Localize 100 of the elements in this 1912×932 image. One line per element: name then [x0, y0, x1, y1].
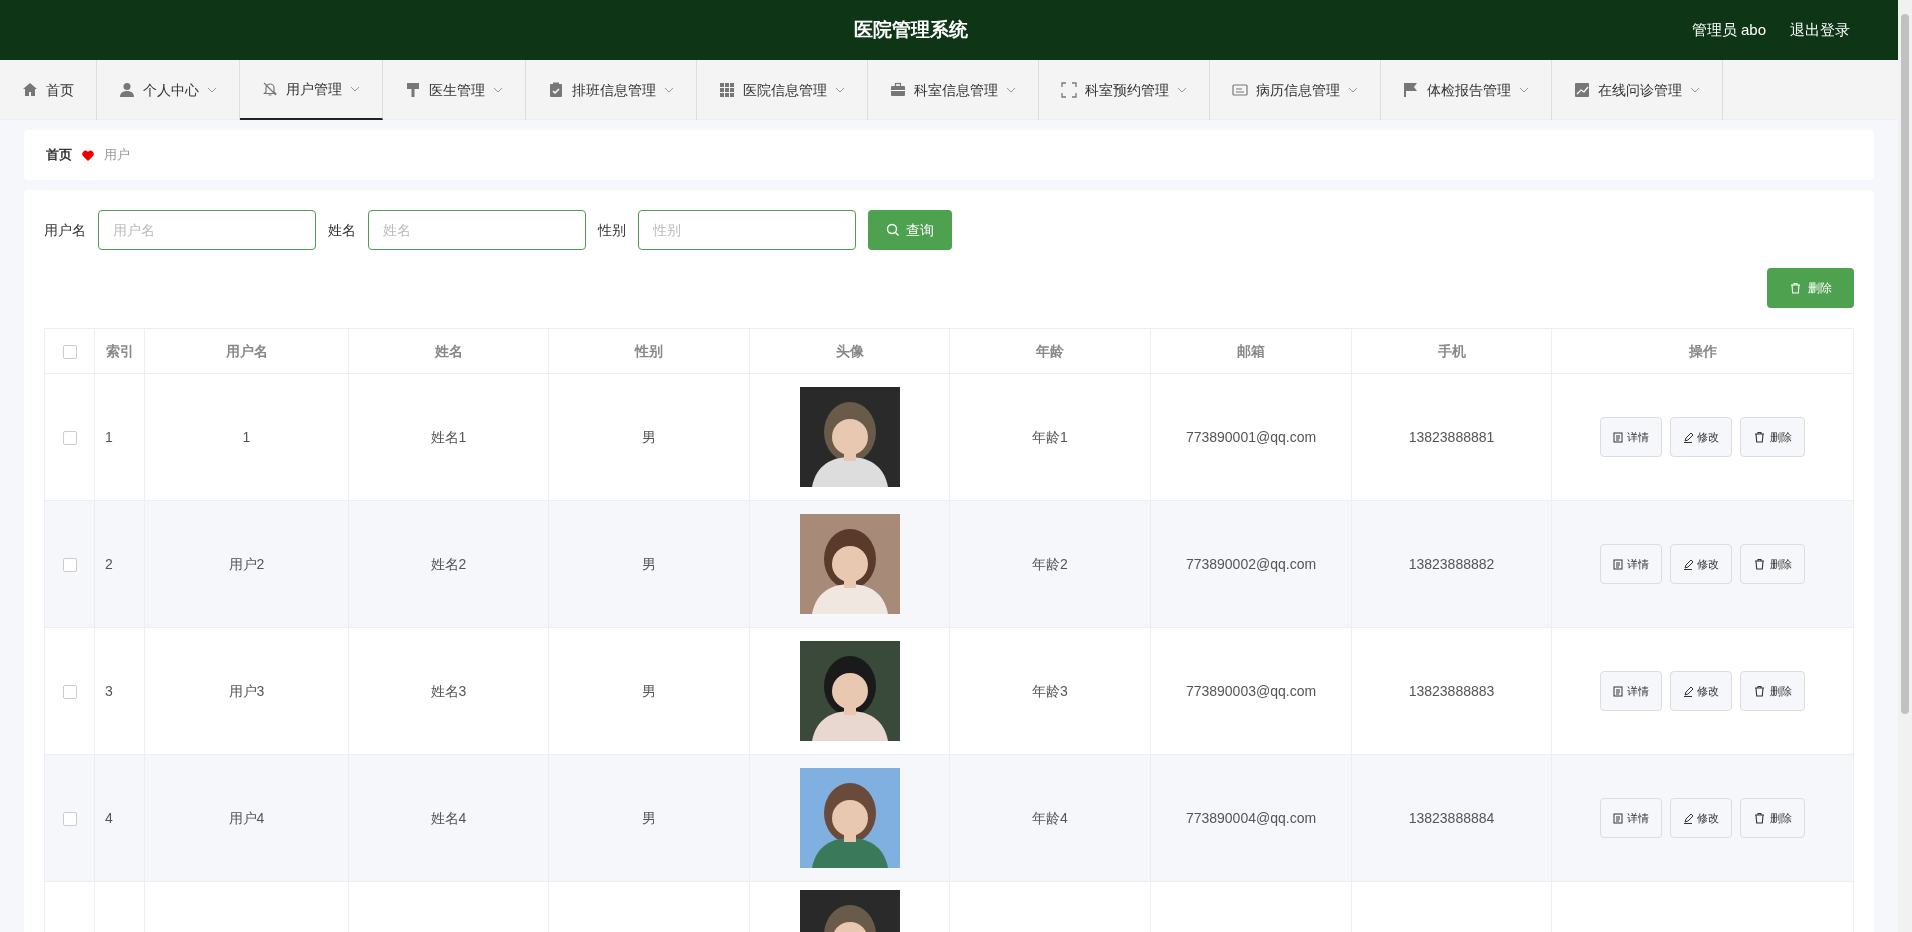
- nav-tab[interactable]: 医生管理: [383, 60, 526, 120]
- table-cell: 13823888883: [1408, 682, 1495, 699]
- nav-tab[interactable]: 用户管理: [240, 60, 383, 120]
- table-cell: 773890001@qq.com: [1185, 428, 1317, 445]
- nav-tab[interactable]: 科室信息管理: [868, 60, 1039, 120]
- table-cell: 姓名1: [430, 428, 467, 445]
- search-field[interactable]: 姓名: [368, 210, 586, 250]
- column-header: 手机: [1351, 328, 1552, 374]
- home-icon: [22, 82, 38, 98]
- column-header: 姓名: [348, 328, 549, 374]
- briefcase-icon: [890, 82, 906, 98]
- trash-icon: [1753, 811, 1766, 824]
- breadcrumb-link[interactable]: 首页: [46, 145, 72, 165]
- action-button[interactable]: 修改: [1670, 544, 1732, 585]
- table-cell: 773890003@qq.com: [1185, 682, 1317, 699]
- table-cell: 773890002@qq.com: [1185, 555, 1317, 572]
- breadcrumb-current: 用户: [104, 146, 130, 165]
- index-cell: 4: [105, 809, 113, 826]
- table-cell: 年龄3: [1032, 682, 1068, 699]
- table-cell: 男: [642, 428, 656, 445]
- grid-icon: [719, 82, 735, 98]
- table-cell: 773890004@qq.com: [1185, 809, 1317, 826]
- table-cell: 姓名2: [430, 555, 467, 572]
- action-button[interactable]: 详情: [1600, 671, 1662, 712]
- nav-tab[interactable]: 排班信息管理: [526, 60, 697, 120]
- column-header: 索引: [94, 328, 145, 374]
- column-header: 头像: [749, 328, 950, 374]
- action-button[interactable]: 修改: [1670, 671, 1732, 712]
- pencil-icon: [1683, 812, 1693, 824]
- scan-frame-icon: [1061, 82, 1077, 98]
- trash-icon: [1753, 430, 1766, 443]
- table-cell: 1: [242, 428, 251, 445]
- table-cell: 13823888884: [1408, 809, 1495, 826]
- column-header: 用户名: [144, 328, 349, 374]
- action-button[interactable]: 删除: [1740, 797, 1805, 838]
- row-checkbox[interactable]: [62, 811, 77, 826]
- field-label: 姓名: [328, 220, 356, 240]
- table-cell: 姓名3: [430, 682, 467, 699]
- scrollbar[interactable]: [1898, 0, 1912, 932]
- nav-tab[interactable]: 科室预约管理: [1039, 60, 1210, 120]
- heart-icon: [82, 149, 94, 161]
- pencil-icon: [1683, 431, 1693, 443]
- nav-tab[interactable]: 个人中心: [97, 60, 240, 120]
- document-icon: [1613, 685, 1623, 697]
- nav-tab[interactable]: 在线问诊管理: [1552, 60, 1723, 120]
- action-button[interactable]: 详情: [1600, 544, 1662, 585]
- clipboard-check-icon: [548, 82, 564, 98]
- nav-tab[interactable]: 体检报告管理: [1381, 60, 1552, 120]
- search-field[interactable]: 用户名: [98, 210, 316, 250]
- document-icon: [1613, 431, 1623, 443]
- table-cell: 年龄1: [1032, 428, 1068, 445]
- action-button[interactable]: 删除: [1740, 543, 1805, 584]
- table-cell: 男: [642, 555, 656, 572]
- app-title: 医院管理系统: [852, 17, 969, 42]
- index-cell: 1: [105, 428, 113, 445]
- nav-tab[interactable]: 首页: [0, 60, 97, 120]
- chart-icon: [1574, 82, 1590, 98]
- table-cell: 男: [642, 682, 656, 699]
- field-label: 用户名: [44, 220, 86, 240]
- id-card-icon: [1232, 82, 1248, 98]
- table-cell: 年龄2: [1032, 555, 1068, 572]
- scrollbar-thumb[interactable]: [1901, 14, 1909, 714]
- bell-slash-icon: [262, 81, 278, 97]
- row-checkbox[interactable]: [62, 684, 77, 699]
- action-button[interactable]: 删除: [1740, 416, 1805, 457]
- search-field[interactable]: 性别: [638, 210, 856, 250]
- action-button[interactable]: 详情: [1600, 798, 1662, 839]
- index-cell: 2: [105, 555, 113, 572]
- table-cell: 13823888881: [1408, 428, 1495, 445]
- action-button[interactable]: 删除: [1740, 670, 1805, 711]
- pencil-icon: [1683, 558, 1693, 570]
- table-cell: 姓名4: [430, 809, 467, 826]
- paint-roller-icon: [405, 82, 421, 98]
- table-cell: 年龄4: [1032, 809, 1068, 826]
- document-icon: [1613, 812, 1623, 824]
- nav-tab[interactable]: 医院信息管理: [697, 60, 868, 120]
- table-cell: 男: [642, 809, 656, 826]
- trash-icon: [1753, 557, 1766, 570]
- action-button[interactable]: 详情: [1600, 417, 1662, 458]
- select-all-checkbox[interactable]: [62, 344, 77, 359]
- row-checkbox[interactable]: [62, 430, 77, 445]
- search-icon: [886, 223, 900, 237]
- action-button[interactable]: 修改: [1670, 798, 1732, 839]
- column-header: 邮箱: [1150, 328, 1352, 374]
- row-checkbox[interactable]: [62, 557, 77, 572]
- table-cell: 用户3: [228, 682, 265, 699]
- action-button[interactable]: 修改: [1670, 417, 1732, 458]
- table-cell: 用户2: [228, 555, 265, 572]
- index-cell: 3: [105, 682, 113, 699]
- nav-tab[interactable]: 病历信息管理: [1210, 60, 1381, 120]
- column-header: 操作: [1551, 328, 1854, 374]
- column-header: 性别: [548, 328, 750, 374]
- logout-link[interactable]: 退出登录: [1790, 18, 1850, 42]
- user-label: 管理员 abo: [1691, 19, 1766, 40]
- user-icon: [119, 82, 135, 98]
- pencil-icon: [1683, 685, 1693, 697]
- trash-icon: [1789, 282, 1802, 294]
- flag-icon: [1403, 82, 1419, 98]
- table-cell: 13823888882: [1408, 555, 1495, 572]
- column-header: 年龄: [949, 328, 1151, 374]
